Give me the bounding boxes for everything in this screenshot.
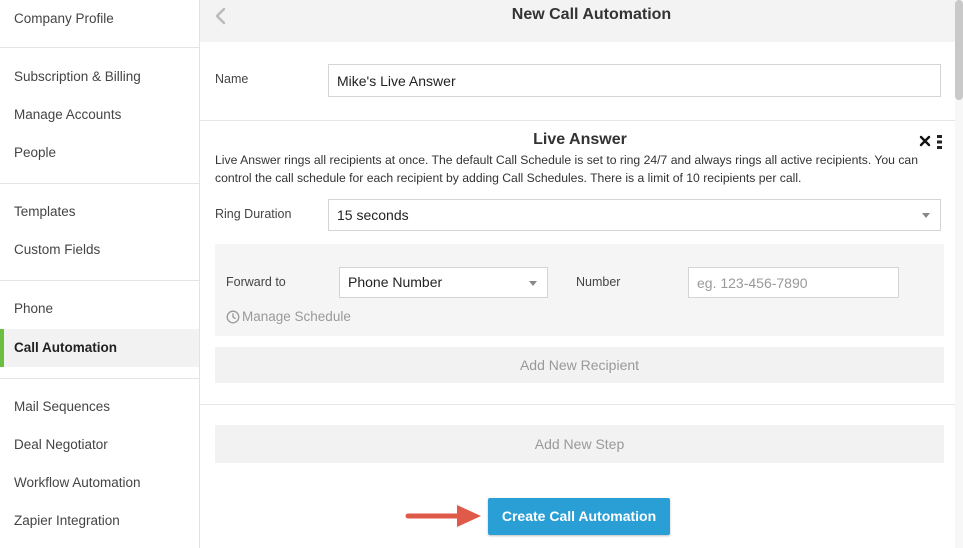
ring-duration-label: Ring Duration bbox=[215, 207, 292, 221]
sidebar-item-company-profile[interactable]: Company Profile bbox=[0, 0, 199, 38]
forward-to-value: Phone Number bbox=[348, 274, 443, 290]
manage-schedule-link[interactable]: Manage Schedule bbox=[226, 309, 351, 324]
sidebar-item-mail-sequences[interactable]: Mail Sequences bbox=[0, 388, 199, 426]
number-label: Number bbox=[576, 275, 621, 289]
sidebar-item-zapier-integration[interactable]: Zapier Integration bbox=[0, 502, 199, 540]
ring-duration-select[interactable]: 15 seconds bbox=[328, 199, 941, 231]
add-step-button[interactable]: Add New Step bbox=[215, 425, 944, 463]
step-description: Live Answer rings all recipients at once… bbox=[215, 153, 918, 185]
name-input[interactable] bbox=[328, 64, 941, 97]
section-divider bbox=[200, 120, 955, 121]
name-label: Name bbox=[215, 72, 249, 86]
sidebar-divider bbox=[0, 378, 199, 379]
sidebar-item-manage-accounts[interactable]: Manage Accounts bbox=[0, 96, 199, 134]
step-title: Live Answer bbox=[533, 131, 627, 148]
scrollbar[interactable] bbox=[955, 0, 963, 548]
manage-schedule-label: Manage Schedule bbox=[242, 309, 351, 324]
page-header: New Call Automation bbox=[200, 0, 963, 42]
forward-to-select[interactable]: Phone Number bbox=[339, 267, 548, 298]
clock-icon bbox=[226, 310, 240, 324]
section-divider bbox=[200, 404, 955, 405]
chevron-down-icon bbox=[529, 280, 537, 286]
arrow-annotation-icon bbox=[405, 505, 481, 527]
sidebar-item-call-automation[interactable]: Call Automation bbox=[0, 329, 199, 367]
sidebar-item-custom-fields[interactable]: Custom Fields bbox=[0, 231, 199, 269]
sidebar-item-phone[interactable]: Phone bbox=[0, 290, 199, 328]
sidebar-divider bbox=[0, 280, 199, 281]
close-icon[interactable] bbox=[919, 135, 931, 147]
chevron-down-icon bbox=[922, 213, 930, 218]
sidebar-item-people[interactable]: People bbox=[0, 134, 199, 172]
main-panel: New Call Automation Name Live Answer Liv… bbox=[200, 0, 963, 548]
add-recipient-button[interactable]: Add New Recipient bbox=[215, 347, 944, 383]
settings-sidebar: Company Profile Subscription & Billing M… bbox=[0, 0, 200, 548]
sidebar-divider bbox=[0, 47, 199, 48]
sidebar-item-templates[interactable]: Templates bbox=[0, 193, 199, 231]
sidebar-item-workflow-automation[interactable]: Workflow Automation bbox=[0, 464, 199, 502]
scrollbar-thumb[interactable] bbox=[955, 0, 963, 100]
sidebar-item-deal-negotiator[interactable]: Deal Negotiator bbox=[0, 426, 199, 464]
forward-to-label: Forward to bbox=[226, 275, 286, 289]
page-title: New Call Automation bbox=[511, 6, 672, 23]
kebab-menu-icon[interactable] bbox=[937, 135, 942, 149]
create-call-automation-button[interactable]: Create Call Automation bbox=[488, 498, 670, 535]
phone-number-input[interactable] bbox=[688, 267, 899, 298]
ring-duration-value: 15 seconds bbox=[337, 207, 409, 223]
sidebar-divider bbox=[0, 183, 199, 184]
sidebar-item-subscription-billing[interactable]: Subscription & Billing bbox=[0, 58, 199, 96]
